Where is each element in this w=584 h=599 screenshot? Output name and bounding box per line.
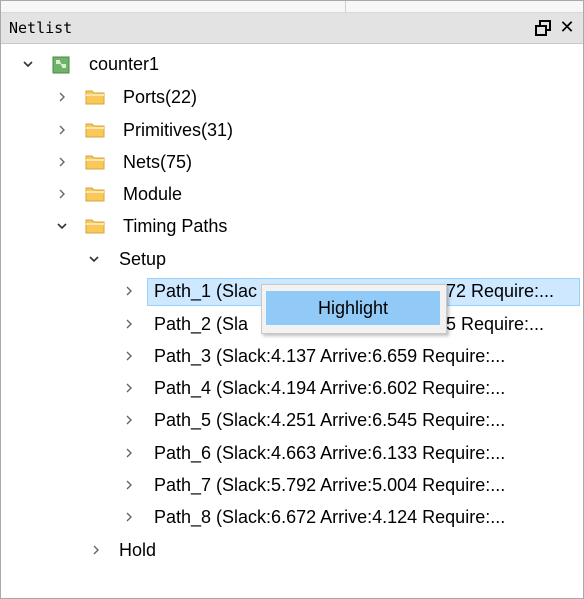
tree-node-nets[interactable]: Nets(75) xyxy=(1,148,583,178)
folder-icon xyxy=(85,123,105,138)
chevron-right-icon[interactable] xyxy=(91,545,101,555)
tree-node-label: counter1 xyxy=(89,54,160,74)
folder-icon xyxy=(85,90,105,105)
close-icon[interactable]: ✕ xyxy=(558,19,576,37)
context-menu-highlight[interactable]: Highlight xyxy=(266,291,440,325)
chevron-right-icon[interactable] xyxy=(124,512,134,522)
chevron-down-icon[interactable] xyxy=(23,59,33,69)
chevron-right-icon[interactable] xyxy=(124,480,134,490)
tree-node-label-tail: 72 Require:... xyxy=(446,281,555,301)
chevron-down-icon[interactable] xyxy=(57,221,67,231)
chevron-right-icon[interactable] xyxy=(57,92,67,102)
tree-node-module[interactable]: Module xyxy=(1,180,583,210)
tree-node-label: Hold xyxy=(119,540,157,560)
tree-node-label: Path_1 (Slac xyxy=(154,281,258,301)
tree-node-label: Path_7 (Slack:5.792 Arrive:5.004 Require… xyxy=(154,475,506,495)
chevron-right-icon[interactable] xyxy=(124,383,134,393)
netlist-panel: Netlist ✕ counter1 Ports(22) Primitives(… xyxy=(0,0,584,599)
tree-node-path-4[interactable]: Path_4 (Slack:4.194 Arrive:6.602 Require… xyxy=(1,374,583,404)
tree-node-path-8[interactable]: Path_8 (Slack:6.672 Arrive:4.124 Require… xyxy=(1,503,583,533)
tree-node-path-7[interactable]: Path_7 (Slack:5.792 Arrive:5.004 Require… xyxy=(1,471,583,501)
folder-icon xyxy=(85,155,105,170)
folder-icon xyxy=(85,187,105,202)
tree-node-path-6[interactable]: Path_6 (Slack:4.663 Arrive:6.133 Require… xyxy=(1,439,583,469)
chevron-down-icon[interactable] xyxy=(89,254,99,264)
tree-node-timing-paths[interactable]: Timing Paths xyxy=(1,212,583,242)
tree-node-path-5[interactable]: Path_5 (Slack:4.251 Arrive:6.545 Require… xyxy=(1,406,583,436)
tree-node-label: Path_8 (Slack:6.672 Arrive:4.124 Require… xyxy=(154,507,506,527)
context-menu: Highlight xyxy=(261,284,447,334)
chevron-right-icon[interactable] xyxy=(124,415,134,425)
panel-top-edge xyxy=(1,1,583,13)
panel-title: Netlist xyxy=(9,19,73,37)
tree-node-label: Path_5 (Slack:4.251 Arrive:6.545 Require… xyxy=(154,410,506,430)
tree-node-label: Path_3 (Slack:4.137 Arrive:6.659 Require… xyxy=(154,346,506,366)
chevron-right-icon[interactable] xyxy=(124,286,134,296)
tree-node-counter1[interactable]: counter1 xyxy=(1,50,583,80)
tree-node-hold[interactable]: Hold xyxy=(1,536,583,566)
tree-node-primitives[interactable]: Primitives(31) xyxy=(1,116,583,146)
tree-node-label: Ports(22) xyxy=(123,87,198,107)
tree-node-label: Path_6 (Slack:4.663 Arrive:6.133 Require… xyxy=(154,443,506,463)
tree-node-label: Path_2 (Sla xyxy=(154,314,249,334)
tree-node-label: Timing Paths xyxy=(123,216,228,236)
splitter-notch[interactable] xyxy=(345,1,346,12)
design-icon xyxy=(52,56,70,74)
chevron-right-icon[interactable] xyxy=(124,448,134,458)
tree-node-label: Nets(75) xyxy=(123,152,193,172)
chevron-right-icon[interactable] xyxy=(57,189,67,199)
tree-node-label: Primitives(31) xyxy=(123,120,234,140)
tree-node-label: Path_4 (Slack:4.194 Arrive:6.602 Require… xyxy=(154,378,506,398)
tree-node-path-3[interactable]: Path_3 (Slack:4.137 Arrive:6.659 Require… xyxy=(1,342,583,372)
chevron-right-icon[interactable] xyxy=(57,157,67,167)
float-window-icon[interactable] xyxy=(535,20,551,36)
tree-node-label: Module xyxy=(123,184,183,204)
chevron-right-icon[interactable] xyxy=(124,351,134,361)
tree-node-setup[interactable]: Setup xyxy=(1,245,583,275)
tree-node-label-tail: 5 Require:... xyxy=(446,314,545,334)
tree-node-ports[interactable]: Ports(22) xyxy=(1,83,583,113)
panel-titlebar[interactable]: Netlist ✕ xyxy=(1,13,583,44)
chevron-right-icon[interactable] xyxy=(124,319,134,329)
chevron-right-icon[interactable] xyxy=(57,125,67,135)
folder-icon xyxy=(85,219,105,234)
tree-node-label: Setup xyxy=(119,249,167,269)
